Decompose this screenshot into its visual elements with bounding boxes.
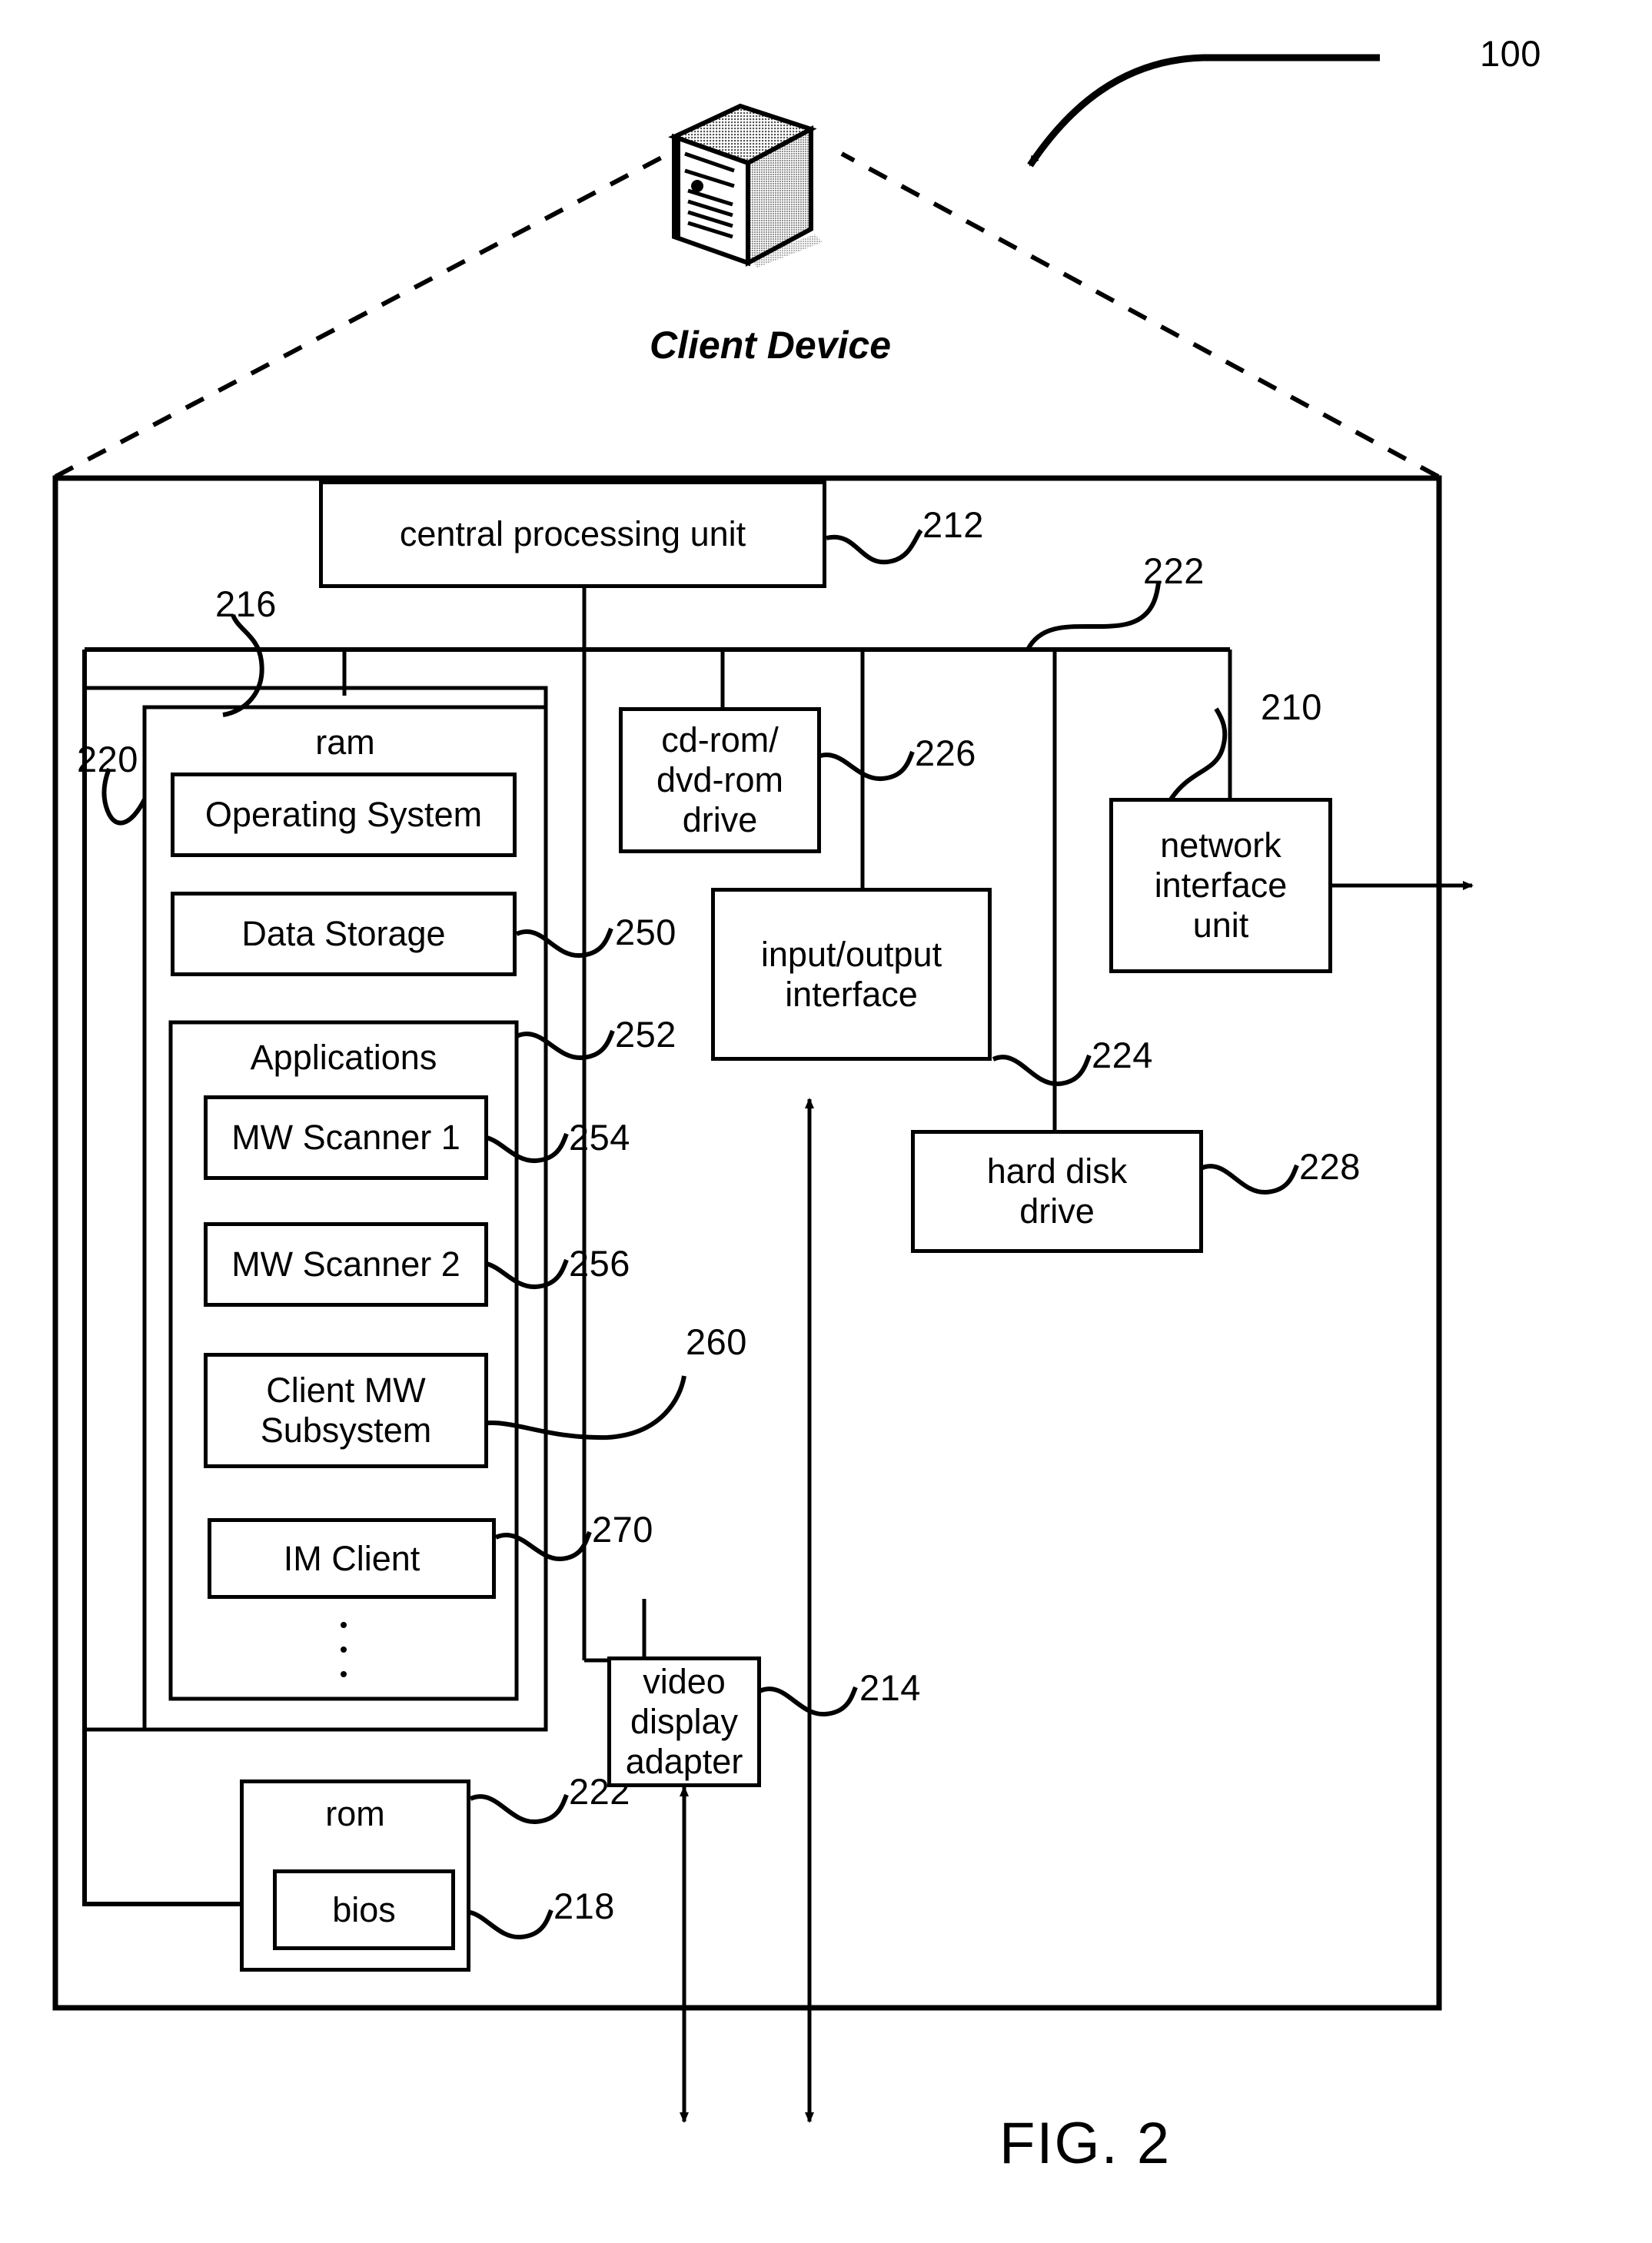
block-input-output-interface[interactable]: input/output interface <box>711 888 992 1061</box>
block-client-mw-subsystem-label: Client MW Subsystem <box>260 1371 432 1450</box>
patent-figure-2: 100 Client Device central processing uni… <box>0 0 1652 2243</box>
block-client-mw-subsystem[interactable]: Client MW Subsystem <box>204 1353 488 1468</box>
ref-226: 226 <box>915 733 976 773</box>
block-im-client-label: IM Client <box>283 1538 420 1578</box>
block-cpu[interactable]: central processing unit <box>319 480 826 588</box>
block-network-interface-unit-label: network interface unit <box>1154 826 1288 945</box>
device-title: Client Device <box>650 324 892 367</box>
block-video-display-adapter-label: video display adapter <box>625 1662 743 1781</box>
ref-214: 214 <box>859 1667 921 1708</box>
block-mw-scanner-2-label: MW Scanner 2 <box>231 1244 460 1284</box>
block-cpu-label: central processing unit <box>399 514 746 553</box>
ref-224: 224 <box>1092 1035 1153 1075</box>
block-im-client[interactable]: IM Client <box>208 1518 496 1599</box>
block-operating-system[interactable]: Operating System <box>171 773 517 857</box>
figure-caption: FIG. 2 <box>999 2111 1172 2176</box>
ref-210: 210 <box>1261 686 1322 727</box>
ref-220: 220 <box>77 739 138 779</box>
ref-250: 250 <box>615 912 676 952</box>
computer-tower-icon <box>668 103 823 267</box>
ref-212: 212 <box>922 504 984 545</box>
block-mw-scanner-1-label: MW Scanner 1 <box>231 1118 460 1157</box>
block-operating-system-label: Operating System <box>204 795 483 834</box>
block-applications-label: Applications <box>250 1037 437 1077</box>
ref-222-bus: 222 <box>1143 550 1205 591</box>
ref-256: 256 <box>569 1243 630 1284</box>
ref-252: 252 <box>615 1014 676 1055</box>
ref-216: 216 <box>215 583 277 624</box>
block-bios[interactable]: bios <box>273 1869 455 1950</box>
block-video-display-adapter[interactable]: video display adapter <box>607 1656 761 1787</box>
block-mw-scanner-1[interactable]: MW Scanner 1 <box>204 1095 488 1180</box>
block-hard-disk-drive-label: hard disk drive <box>986 1151 1128 1231</box>
ref-228: 228 <box>1299 1146 1361 1187</box>
block-rom-label: rom <box>325 1794 385 1833</box>
block-network-interface-unit[interactable]: network interface unit <box>1109 798 1332 973</box>
ref-254: 254 <box>569 1117 630 1158</box>
ref-260: 260 <box>686 1321 747 1362</box>
vertical-ellipsis <box>338 1622 349 1677</box>
block-input-output-interface-label: input/output interface <box>760 934 942 1014</box>
block-data-storage-label: Data Storage <box>241 914 446 953</box>
ref-218: 218 <box>553 1886 615 1926</box>
block-cdrom-dvdrom-drive[interactable]: cd-rom/ dvd-rom drive <box>619 707 821 853</box>
block-mw-scanner-2[interactable]: MW Scanner 2 <box>204 1222 488 1307</box>
ref-270: 270 <box>592 1509 653 1550</box>
ref-100: 100 <box>1480 33 1541 74</box>
block-cdrom-dvdrom-drive-label: cd-rom/ dvd-rom drive <box>656 720 784 839</box>
block-hard-disk-drive[interactable]: hard disk drive <box>911 1130 1203 1253</box>
block-bios-label: bios <box>332 1889 396 1929</box>
block-data-storage[interactable]: Data Storage <box>171 892 517 976</box>
block-ram-label: ram <box>315 722 375 762</box>
